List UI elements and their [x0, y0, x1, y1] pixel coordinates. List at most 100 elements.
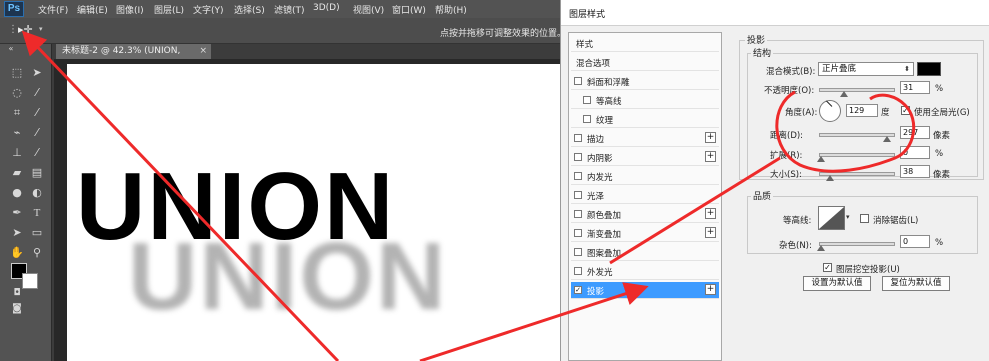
style-item-bevel-emboss[interactable]: 斜面和浮雕: [571, 73, 719, 90]
chevron-down-icon[interactable]: ▾: [846, 213, 850, 221]
angle-input[interactable]: 129: [846, 104, 878, 117]
chevron-down-icon[interactable]: ▾: [39, 25, 43, 33]
size-slider-thumb[interactable]: [826, 175, 834, 181]
style-item-color-overlay[interactable]: 颜色叠加 +: [571, 206, 719, 223]
rectangle-tool-icon[interactable]: ▭: [28, 224, 46, 242]
healing-brush-icon[interactable]: ⌁: [8, 124, 26, 142]
hand-tool-icon[interactable]: ✋: [8, 244, 26, 262]
style-item-texture[interactable]: 纹理: [571, 111, 719, 128]
checkbox[interactable]: [574, 267, 582, 275]
spread-slider-thumb[interactable]: [817, 156, 825, 162]
add-icon[interactable]: +: [705, 208, 716, 219]
knockout-checkbox[interactable]: ✓: [823, 263, 832, 272]
menu-edit[interactable]: 编辑(E): [77, 3, 108, 16]
spread-slider[interactable]: [819, 153, 895, 157]
checkbox[interactable]: [574, 77, 582, 85]
style-item-blending-options[interactable]: 混合选项: [571, 54, 719, 71]
noise-slider[interactable]: [819, 242, 895, 246]
checkbox[interactable]: [583, 115, 591, 123]
contour-picker[interactable]: [818, 206, 845, 230]
menu-type[interactable]: 文字(Y): [193, 3, 224, 16]
history-brush-icon[interactable]: ⁄: [28, 144, 46, 162]
size-input[interactable]: 38: [900, 165, 930, 178]
type-tool-icon[interactable]: T: [28, 204, 46, 222]
checkbox[interactable]: [574, 172, 582, 180]
spread-input[interactable]: 0: [900, 146, 930, 159]
union-text-layer[interactable]: UNION: [76, 152, 395, 262]
shadow-color-swatch[interactable]: [917, 62, 941, 76]
style-item-satin[interactable]: 光泽: [571, 187, 719, 204]
blend-mode-select[interactable]: 正片叠底 ⬍: [818, 62, 914, 76]
style-item-contour[interactable]: 等高线: [571, 92, 719, 109]
add-icon[interactable]: +: [705, 227, 716, 238]
style-item-pattern-overlay[interactable]: 图案叠加: [571, 244, 719, 261]
noise-slider-thumb[interactable]: [817, 245, 825, 251]
menu-file[interactable]: 文件(F): [38, 3, 68, 16]
angle-dial[interactable]: [819, 100, 841, 122]
collapse-icon[interactable]: «: [2, 44, 20, 54]
angle-dial-needle: [825, 100, 833, 107]
blur-tool-icon[interactable]: ●: [8, 184, 26, 202]
style-item-inner-glow[interactable]: 内发光: [571, 168, 719, 185]
checkbox-checked[interactable]: ✓: [574, 286, 582, 294]
brush-tool-icon[interactable]: ⁄: [28, 124, 46, 142]
menu-filter[interactable]: 滤镜(T): [274, 3, 305, 16]
add-icon[interactable]: +: [705, 132, 716, 143]
checkbox[interactable]: [574, 248, 582, 256]
lasso-tool-icon[interactable]: ◌: [8, 84, 26, 102]
checkbox[interactable]: [574, 191, 582, 199]
distance-slider-thumb[interactable]: [883, 136, 891, 142]
document-tab[interactable]: 未标题-2 @ 42.3% (UNION, RGB/8) * ×: [56, 44, 211, 71]
percent-unit: %: [935, 149, 944, 159]
opacity-input[interactable]: 31: [900, 81, 930, 94]
style-item-gradient-overlay[interactable]: 渐变叠加 +: [571, 225, 719, 242]
global-light-checkbox[interactable]: ✓: [901, 106, 910, 115]
style-item-label: 等高线: [596, 97, 622, 107]
magic-wand-icon[interactable]: ⁄: [28, 84, 46, 102]
style-item-stroke[interactable]: 描边 +: [571, 130, 719, 147]
path-select-icon[interactable]: ➤: [8, 224, 26, 242]
clone-stamp-icon[interactable]: ⊥: [8, 144, 26, 162]
opacity-slider[interactable]: [819, 88, 895, 92]
opacity-slider-thumb[interactable]: [840, 91, 848, 97]
style-item-drop-shadow[interactable]: ✓ 投影 +: [571, 282, 719, 299]
close-icon[interactable]: ×: [199, 44, 207, 59]
layer-style-dialog: 图层样式 样式 混合选项 斜面和浮雕 等高线 纹理 描边 + 内阴影 + 内发光…: [560, 0, 989, 361]
crop-tool-icon[interactable]: ⌗: [8, 104, 26, 122]
distance-input[interactable]: 297: [900, 126, 930, 139]
menu-layer[interactable]: 图层(L): [154, 3, 184, 16]
eyedropper-icon[interactable]: ⁄: [28, 104, 46, 122]
gradient-tool-icon[interactable]: ▤: [28, 164, 46, 182]
zoom-tool-icon[interactable]: ⚲: [28, 244, 46, 262]
make-default-button[interactable]: 设置为默认值: [803, 276, 871, 291]
menu-view[interactable]: 视图(V): [353, 3, 384, 16]
noise-label: 杂色(N):: [779, 241, 812, 251]
antialias-checkbox[interactable]: [860, 214, 869, 223]
checkbox[interactable]: [583, 96, 591, 104]
dodge-tool-icon[interactable]: ◐: [28, 184, 46, 202]
style-item-inner-shadow[interactable]: 内阴影 +: [571, 149, 719, 166]
checkbox[interactable]: [574, 134, 582, 142]
style-item-label: 样式: [576, 40, 594, 50]
checkbox[interactable]: [574, 229, 582, 237]
move-icon[interactable]: ➤: [28, 64, 46, 82]
menu-help[interactable]: 帮助(H): [435, 3, 467, 16]
checkbox[interactable]: [574, 210, 582, 218]
style-item-styles[interactable]: 样式: [571, 35, 719, 52]
noise-input[interactable]: 0: [900, 235, 930, 248]
reset-default-button[interactable]: 复位为默认值: [882, 276, 950, 291]
menu-image[interactable]: 图像(I): [116, 3, 144, 16]
add-icon[interactable]: +: [705, 284, 716, 295]
menu-select[interactable]: 选择(S): [234, 3, 265, 16]
pen-tool-icon[interactable]: ✒: [8, 204, 26, 222]
style-item-outer-glow[interactable]: 外发光: [571, 263, 719, 280]
checkbox[interactable]: [574, 153, 582, 161]
quick-mask-icon[interactable]: ◙: [8, 300, 26, 318]
menu-3d[interactable]: 3D(D): [313, 3, 340, 13]
marquee-tool-icon[interactable]: ⬚: [8, 64, 26, 82]
add-icon[interactable]: +: [705, 151, 716, 162]
menu-window[interactable]: 窗口(W): [392, 3, 426, 16]
eraser-tool-icon[interactable]: ▰: [8, 164, 26, 182]
dialog-titlebar[interactable]: 图层样式: [561, 0, 989, 26]
move-tool-icon[interactable]: ▸✛: [18, 23, 33, 36]
